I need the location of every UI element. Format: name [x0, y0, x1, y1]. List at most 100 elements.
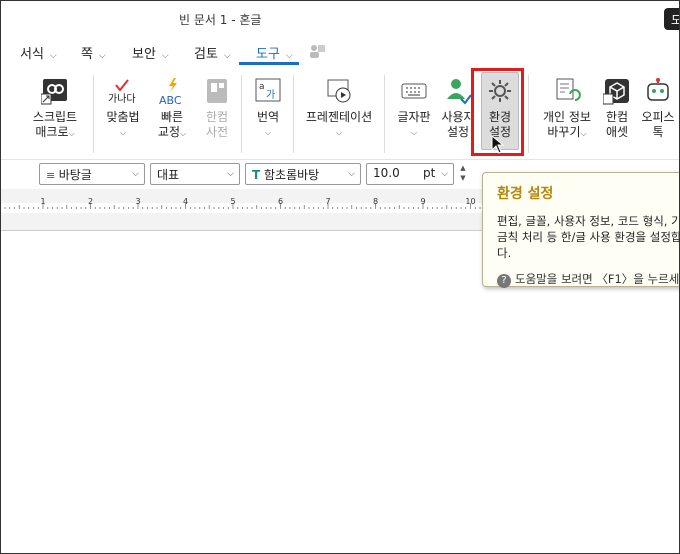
tooltip-help-text: 도움말을 보려면 〈F1〉을 누르세요. — [515, 272, 680, 286]
dictionary-icon — [203, 77, 231, 105]
language-select[interactable]: 대표 ⌵ — [150, 163, 240, 185]
chevron-down-icon: ⌵ — [441, 169, 448, 179]
translate-icon: a가 — [254, 77, 282, 105]
style-select[interactable]: ≡ 바탕글 ⌵ — [39, 163, 145, 185]
ribbon: 스크립트 매크로⌵ 가나다 맞춤법 ⌵ ABC 빠른 교정⌵ 한컴 사전 a 가… — [1, 65, 679, 157]
font-size-stepper[interactable]: ▲ ▼ — [456, 163, 470, 185]
ruler-number: 3 — [135, 197, 140, 206]
ruler-number: 9 — [420, 197, 425, 206]
office-talk-label-2: 톡 — [652, 125, 664, 139]
translate-button[interactable]: a가 번역 ⌵ — [253, 77, 283, 140]
tab-label: 서식 — [20, 47, 44, 62]
spellcheck-icon: 가나다 — [108, 77, 137, 105]
corner-button[interactable]: 도 — [664, 8, 679, 30]
tab-review[interactable]: 검토 ⌵ — [194, 43, 231, 62]
chevron-down-icon: ⌵ — [98, 51, 106, 61]
svg-text:가나다: 가나다 — [108, 93, 136, 105]
presentation-button[interactable]: 프레젠테이션 ⌵ — [304, 77, 374, 140]
hancom-asset-label-2: 애셋 — [605, 125, 629, 139]
privacy-change-label-2: 바꾸기⌵ — [547, 125, 587, 139]
lightning-icon: ABC — [158, 77, 186, 107]
script-macro-icon — [40, 77, 69, 105]
style-value: 바탕글 — [58, 168, 92, 182]
script-macro-button[interactable]: 스크립트 매크로⌵ — [27, 77, 83, 141]
user-settings-button[interactable]: 사용자 설정 — [441, 77, 475, 140]
privacy-change-button[interactable]: 개인 정보 바꾸기⌵ — [539, 77, 595, 141]
tab-security[interactable]: 보안 ⌵ — [132, 43, 169, 62]
style-icon: ≡ — [46, 169, 59, 182]
font-value: 함초롬바탕 — [264, 168, 320, 182]
tab-format[interactable]: 서식 ⌵ — [20, 43, 57, 62]
chevron-down-icon: ⌵ — [227, 169, 234, 179]
user-settings-label-1: 사용자 — [441, 110, 475, 124]
size-down-icon[interactable]: ▼ — [456, 173, 470, 183]
chevron-down-icon: ⌵ — [119, 128, 127, 137]
title-bar: 빈 문서 1 - 혼글 도 — [1, 1, 679, 35]
svg-text:a: a — [259, 82, 265, 92]
privacy-change-label-1: 개인 정보 — [543, 110, 591, 124]
ruler-number: 1 — [40, 197, 45, 206]
hancom-asset-button[interactable]: 한컴 애셋 — [602, 77, 632, 140]
ruler-number: 4 — [183, 197, 188, 206]
ruler-number: 8 — [373, 197, 378, 206]
accessibility-icon[interactable] — [308, 43, 326, 59]
chevron-down-icon: ⌵ — [335, 128, 343, 137]
tab-tools[interactable]: 도구 ⌵ — [256, 43, 293, 62]
ribbon-separator — [241, 75, 242, 153]
ruler-number: 10 — [465, 197, 475, 206]
user-settings-label-2: 설정 — [446, 125, 470, 139]
spellcheck-button[interactable]: 가나다 맞춤법 ⌵ — [101, 77, 145, 140]
tab-label: 보안 — [132, 47, 156, 62]
chevron-down-icon: ⌵ — [223, 51, 231, 61]
user-settings-icon — [444, 77, 472, 105]
ribbon-separator — [384, 75, 385, 153]
translate-label: 번역 — [256, 110, 280, 124]
app-window: 빈 문서 1 - 혼글 도 서식⌵ 쪽⌵ 보안⌵ 검토⌵ 도구⌵ 스크립트 매크… — [0, 0, 680, 554]
quick-correct-label-2: 교정⌵ — [157, 125, 187, 139]
font-size-field[interactable]: 10.0 pt ⌵ — [366, 163, 454, 185]
office-talk-button[interactable]: 오피스 톡 — [639, 77, 677, 140]
help-icon: ? — [497, 274, 511, 288]
office-talk-label-1: 오피스 — [641, 110, 675, 124]
chevron-down-icon: ⌵ — [49, 51, 57, 61]
presentation-icon — [325, 77, 353, 105]
font-size-unit: pt — [423, 166, 436, 180]
robot-icon — [644, 77, 672, 105]
font-icon: T — [252, 168, 261, 182]
chevron-down-icon: ⌵ — [132, 169, 139, 179]
char-board-button[interactable]: 글자판 ⌵ — [396, 77, 432, 140]
tooltip-title: 환경 설정 — [497, 186, 554, 202]
size-up-icon[interactable]: ▲ — [456, 163, 470, 173]
presentation-label: 프레젠테이션 — [305, 110, 373, 124]
tooltip-line-3: 다. — [497, 246, 512, 260]
tooltip-line-2: 금칙 처리 등 한/글 사용 환경을 설정합 — [497, 230, 680, 244]
script-macro-label-2: 매크로⌵ — [35, 125, 75, 139]
tab-label: 도구 — [256, 47, 280, 62]
spellcheck-label: 맞춤법 — [106, 110, 140, 124]
tooltip-help: ? 도움말을 보려면 〈F1〉을 누르세요. — [497, 271, 680, 288]
chevron-down-icon: ⌵ — [161, 51, 169, 61]
chevron-down-icon: ⌵ — [264, 128, 272, 137]
hancom-asset-label-1: 한컴 — [605, 110, 629, 124]
quick-correct-button[interactable]: ABC 빠른 교정⌵ — [155, 77, 189, 141]
tooltip-line-1: 편집, 글꼴, 사용자 정보, 코드 형식, 기 — [497, 214, 680, 228]
ruler-number: 5 — [230, 197, 235, 206]
language-value: 대표 — [157, 168, 180, 182]
chevron-down-icon: ⌵ — [285, 51, 293, 61]
script-macro-label-1: 스크립트 — [32, 110, 78, 124]
tab-label: 검토 — [194, 47, 218, 62]
corner-button-label: 도 — [671, 13, 679, 27]
cube-icon — [602, 77, 631, 105]
tab-page[interactable]: 쪽 ⌵ — [81, 43, 106, 62]
hancom-dictionary-button[interactable]: 한컴 사전 — [202, 77, 232, 140]
env-settings-tooltip: 환경 설정 편집, 글꼴, 사용자 정보, 코드 형식, 기 금칙 처리 등 한… — [482, 172, 680, 288]
ribbon-separator — [93, 75, 94, 153]
hancom-dictionary-label-1: 한컴 — [205, 110, 229, 124]
hancom-dictionary-label-2: 사전 — [205, 125, 229, 139]
keyboard-icon — [400, 77, 428, 105]
font-size-value: 10.0 — [373, 166, 400, 180]
ruler-number: 2 — [88, 197, 93, 206]
window-title: 빈 문서 1 - 혼글 — [179, 13, 262, 27]
tab-label: 쪽 — [81, 47, 93, 62]
font-select[interactable]: T 함초롬바탕 ⌵ — [245, 163, 361, 185]
